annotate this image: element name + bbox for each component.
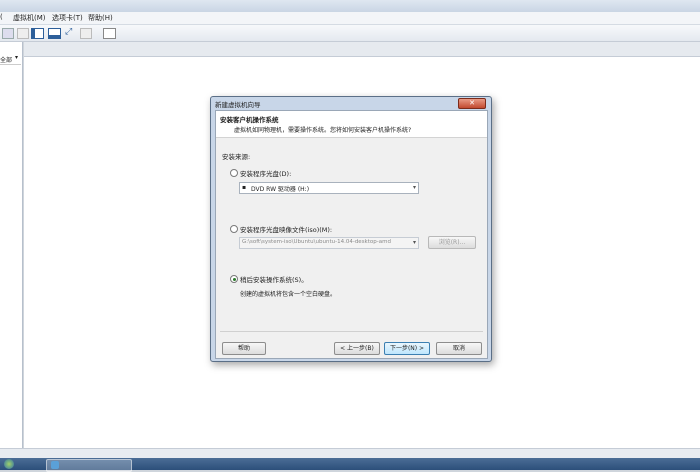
library-panel: 全部 ▾ <box>0 42 23 448</box>
window-title-bar <box>0 0 700 12</box>
taskbar-app-button[interactable] <box>46 459 132 472</box>
taskbar <box>0 458 700 472</box>
install-later-label[interactable]: 稍后安装操作系统(S)。 <box>240 274 308 284</box>
install-source-label: 安装来源: <box>222 153 251 161</box>
menu-help[interactable]: 帮助(H) <box>88 13 113 23</box>
view-thumbnail-icon[interactable] <box>48 28 61 39</box>
chevron-down-icon: ▾ <box>412 184 416 191</box>
disc-drive-select[interactable]: ▪ DVD RW 驱动器 (H:) ▾ <box>239 182 419 194</box>
tab-strip <box>24 42 700 57</box>
install-iso-label[interactable]: 安装程序光盘映像文件(iso)(M): <box>240 224 332 234</box>
vmware-icon <box>51 461 59 469</box>
radio-install-later[interactable] <box>230 275 238 283</box>
close-button[interactable]: ✕ <box>458 98 486 109</box>
back-icon[interactable] <box>2 28 14 39</box>
iso-path-select[interactable]: G:\soft\system-iso\Ubuntu\ubuntu-14.04-d… <box>239 237 419 249</box>
browse-button[interactable]: 浏览(R)... <box>428 236 476 249</box>
menu-vm[interactable]: 虚拟机(M) <box>13 13 46 23</box>
install-later-description: 创建的虚拟机将包含一个空白硬盘。 <box>240 291 337 298</box>
view-sidebar-icon[interactable] <box>31 28 44 39</box>
dialog-subheading: 虚拟机如同物理机，需要操作系统。您将如何安装客户机操作系统? <box>234 127 412 134</box>
forward-icon[interactable] <box>17 28 29 39</box>
dvd-drive-icon: ▪ <box>242 184 247 191</box>
chevron-down-icon: ▾ <box>15 54 19 61</box>
disc-drive-value: DVD RW 驱动器 (H:) <box>251 186 310 193</box>
cancel-button[interactable]: 取消 <box>436 342 482 355</box>
chevron-down-icon: ▾ <box>412 239 416 246</box>
console-view-icon[interactable] <box>103 28 116 39</box>
back-button[interactable]: < 上一步(B) <box>334 342 380 355</box>
library-filter-label: 全部 <box>0 57 13 64</box>
toolbar: ⤢ <box>0 25 700 42</box>
menu-fragment[interactable]: ( <box>0 13 3 21</box>
radio-install-iso[interactable] <box>230 225 238 233</box>
iso-path-value: G:\soft\system-iso\Ubuntu\ubuntu-14.04-d… <box>242 239 391 245</box>
unity-icon[interactable] <box>80 28 92 39</box>
install-disc-label[interactable]: 安装程序光盘(D): <box>240 168 291 178</box>
dialog-heading: 安装客户机操作系统 <box>220 116 279 124</box>
dialog-title: 新建虚拟机向导 <box>215 101 261 109</box>
radio-install-disc[interactable] <box>230 169 238 177</box>
start-button-icon[interactable] <box>4 459 14 469</box>
next-button[interactable]: 下一步(N) > <box>384 342 430 355</box>
menu-tabs[interactable]: 选项卡(T) <box>52 13 83 23</box>
fullscreen-icon[interactable]: ⤢ <box>65 28 75 37</box>
button-separator <box>220 331 483 332</box>
new-vm-wizard-dialog: 新建虚拟机向导 ✕ 安装客户机操作系统 虚拟机如同物理机，需要操作系统。您将如何… <box>210 96 492 362</box>
menu-bar: ( 虚拟机(M) 选项卡(T) 帮助(H) <box>0 12 700 25</box>
dialog-header: 安装客户机操作系统 虚拟机如同物理机，需要操作系统。您将如何安装客户机操作系统? <box>216 111 487 138</box>
help-button[interactable]: 帮助 <box>222 342 266 355</box>
library-filter[interactable]: 全部 ▾ <box>0 54 21 65</box>
dialog-body: 安装客户机操作系统 虚拟机如同物理机，需要操作系统。您将如何安装客户机操作系统?… <box>215 110 488 359</box>
